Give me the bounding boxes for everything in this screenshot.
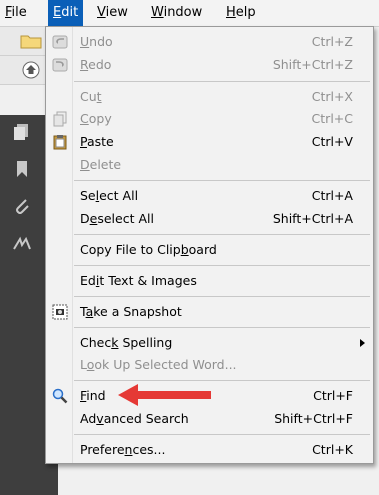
menu-separator (74, 234, 370, 235)
home-icon[interactable] (22, 61, 40, 79)
shortcut: Shift+Ctrl+Z (272, 57, 353, 72)
menu-item-preferences[interactable]: Preferences... Ctrl+K (46, 439, 373, 461)
menu-item-deselect-all[interactable]: Deselect All Shift+Ctrl+A (46, 208, 373, 230)
shortcut: Ctrl+F (313, 388, 353, 403)
menu-item-copy-file-to-clipboard[interactable]: Copy File to Clipboard (46, 239, 373, 261)
menu-window[interactable]: Window (146, 0, 207, 26)
menu-separator (74, 434, 370, 435)
shortcut: Ctrl+Z (311, 34, 353, 49)
shortcut: Ctrl+C (311, 111, 353, 126)
menu-item-delete[interactable]: Delete (46, 154, 373, 176)
signature-icon[interactable] (12, 235, 32, 253)
shortcut: Shift+Ctrl+F (274, 411, 353, 426)
menu-view[interactable]: View (92, 0, 133, 26)
bookmark-icon[interactable] (12, 160, 32, 178)
snapshot-icon (52, 304, 68, 320)
menu-item-undo[interactable]: Undo Ctrl+Z (46, 31, 373, 53)
shortcut: Ctrl+X (311, 89, 353, 104)
undo-icon (52, 35, 68, 49)
menu-edit[interactable]: Edit (48, 0, 84, 26)
pages-icon[interactable] (12, 123, 32, 141)
menu-item-check-spelling[interactable]: Check Spelling (46, 332, 373, 354)
menu-item-edit-text-images[interactable]: Edit Text & Images (46, 270, 373, 292)
attachment-icon[interactable] (12, 197, 32, 215)
redo-icon (52, 58, 68, 72)
annotation-arrow (118, 384, 211, 406)
copy-icon (53, 111, 67, 127)
menu-separator (74, 265, 370, 266)
menu-item-paste[interactable]: Paste Ctrl+V (46, 131, 373, 153)
menu-item-look-up-selected-word[interactable]: Look Up Selected Word... (46, 354, 373, 376)
menu-item-copy[interactable]: Copy Ctrl+C (46, 108, 373, 130)
menu-separator (74, 380, 370, 381)
menu-separator (74, 327, 370, 328)
menu-bar: File Edit View Window Help (0, 0, 379, 27)
folder-icon[interactable] (20, 33, 42, 49)
menu-separator (74, 81, 370, 82)
find-icon (52, 388, 68, 404)
paste-icon (53, 135, 67, 150)
submenu-arrow-icon (360, 339, 365, 347)
menu-separator (74, 296, 370, 297)
menu-item-cut[interactable]: Cut Ctrl+X (46, 86, 373, 108)
menu-separator (74, 180, 370, 181)
menu-file[interactable]: File (0, 0, 32, 26)
shortcut: Shift+Ctrl+A (272, 211, 353, 226)
menu-item-take-snapshot[interactable]: Take a Snapshot (46, 301, 373, 323)
shortcut: Ctrl+A (311, 188, 353, 203)
menu-item-redo[interactable]: Redo Shift+Ctrl+Z (46, 54, 373, 76)
menu-item-select-all[interactable]: Select All Ctrl+A (46, 185, 373, 207)
menu-help[interactable]: Help (221, 0, 261, 26)
shortcut: Ctrl+K (312, 442, 353, 457)
shortcut: Ctrl+V (311, 134, 353, 149)
menu-item-advanced-search[interactable]: Advanced Search Shift+Ctrl+F (46, 408, 373, 430)
